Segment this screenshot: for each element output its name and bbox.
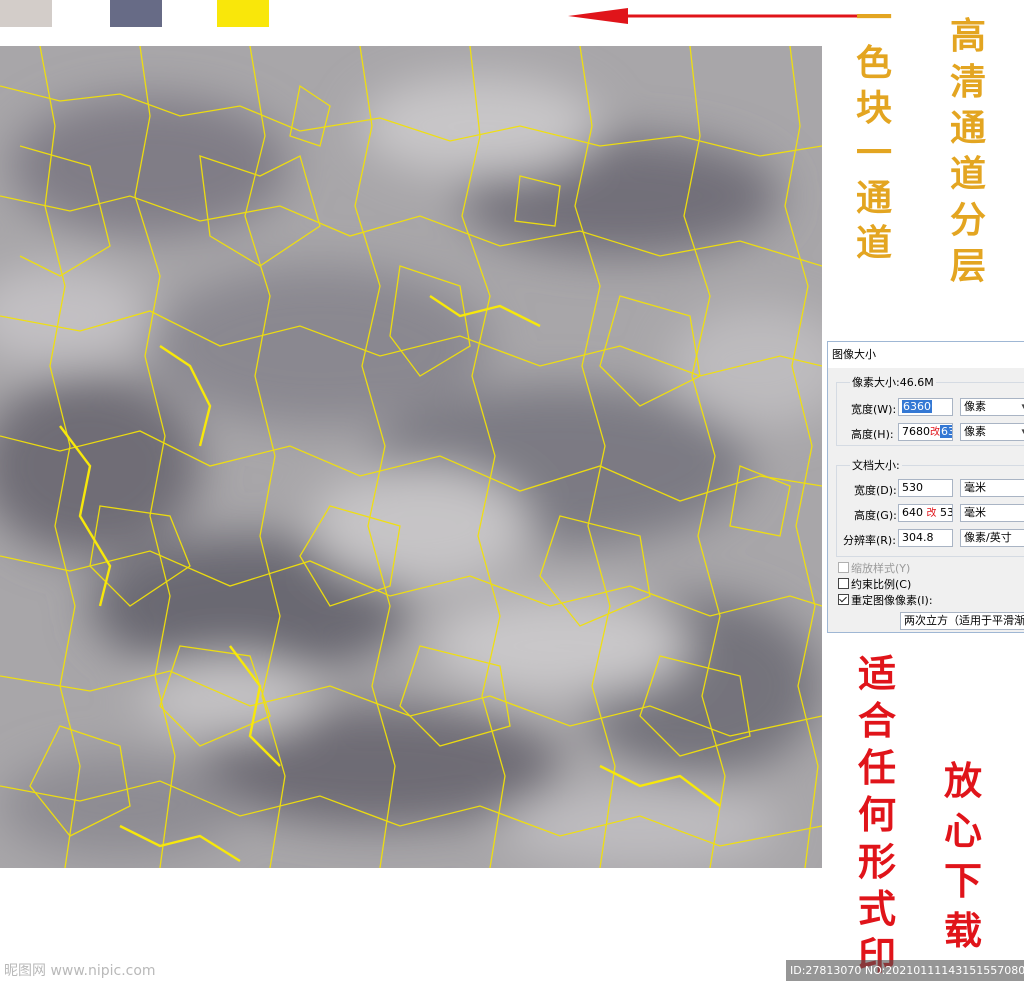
pixel-width-unit: 像素 <box>964 400 986 413</box>
dialog-title: 图像大小 <box>828 342 1024 368</box>
color-swatch-1 <box>0 0 52 27</box>
pixel-height-new: 6360 <box>940 425 952 438</box>
doc-height-label: 高度(G): <box>854 509 897 522</box>
resample-method-value: 两次立方（适用于平滑渐变 <box>904 614 1024 627</box>
caption-char: 一 <box>856 132 893 174</box>
caption-char: 块 <box>856 87 893 129</box>
caption-one-color-one-channel: 一 色 块 一 通 道 <box>856 0 892 261</box>
caption-char: 载 <box>944 908 983 953</box>
caption-char: 形 <box>858 839 897 884</box>
resolution-unit-select[interactable]: 像素/英寸 <box>960 529 1024 547</box>
caption-char: 通 <box>856 177 893 219</box>
caption-char: 色 <box>856 42 893 84</box>
caption-char: 分 <box>950 199 987 241</box>
resample-method-select[interactable]: 两次立方（适用于平滑渐变 <box>900 612 1024 630</box>
pixel-width-label: 宽度(W): <box>851 403 897 416</box>
doc-width-input[interactable]: 530 <box>898 479 953 497</box>
caption-char: 合 <box>858 698 897 743</box>
scale-styles-label: 缩放样式(Y) <box>851 562 911 575</box>
pixel-width-input[interactable]: 6360 <box>898 398 953 416</box>
caption-char: 道 <box>950 153 987 195</box>
caption-suitable-for-print: 适 合 任 何 形 式 印 <box>858 655 896 975</box>
color-swatch-3 <box>217 0 269 27</box>
caption-char: 任 <box>858 745 897 790</box>
pixel-dimensions-label: 像素大小:46.6M <box>850 374 936 390</box>
resolution-unit: 像素/英寸 <box>964 531 1012 544</box>
constrain-label: 约束比例(C) <box>851 578 912 591</box>
doc-width-unit: 毫米 <box>964 481 986 494</box>
doc-height-unit-select[interactable]: 毫米 <box>960 504 1024 522</box>
doc-height-old: 640 <box>902 506 923 519</box>
color-swatch-2 <box>110 0 162 27</box>
constrain-proportions-checkbox[interactable]: 约束比例(C) <box>838 576 911 592</box>
caption-char: 适 <box>858 651 897 696</box>
resample-label: 重定图像像素(I): <box>851 594 933 607</box>
caption-char: 放 <box>944 758 983 803</box>
doc-height-unit: 毫米 <box>964 506 986 519</box>
doc-width-value: 530 <box>902 481 923 494</box>
pixel-width-unit-select[interactable]: 像素▾ <box>960 398 1024 416</box>
document-size-label: 文档大小: <box>850 457 902 473</box>
checkbox-checked-icon <box>838 594 849 605</box>
caption-char: 通 <box>950 107 987 149</box>
caption-char: 道 <box>856 222 893 264</box>
caption-char: 高 <box>950 15 987 57</box>
pointer-arrow-icon <box>568 8 860 24</box>
cracked-marble-graphic <box>0 46 822 868</box>
checkbox-box <box>838 578 849 589</box>
doc-height-new: 530 <box>940 506 952 519</box>
pixel-height-input[interactable]: 7680改6360 <box>898 423 953 441</box>
doc-width-label: 宽度(D): <box>854 484 897 497</box>
caption-char: 何 <box>858 792 897 837</box>
caption-char: 下 <box>944 858 983 903</box>
caption-char: 心 <box>944 808 983 853</box>
resolution-input[interactable]: 304.8 <box>898 529 953 547</box>
pixel-height-unit-select[interactable]: 像素▾ <box>960 423 1024 441</box>
resolution-value: 304.8 <box>902 531 934 544</box>
site-watermark: 昵图网 www.nipic.com <box>4 963 156 979</box>
pixel-height-label: 高度(H): <box>851 428 894 441</box>
doc-width-unit-select[interactable]: 毫米 <box>960 479 1024 497</box>
checkbox-box <box>838 562 849 573</box>
resample-checkbox[interactable]: 重定图像像素(I): <box>838 592 933 608</box>
resolution-label: 分辨率(R): <box>843 534 896 547</box>
scale-styles-checkbox[interactable]: 缩放样式(Y) <box>838 560 910 576</box>
caption-char: 清 <box>950 61 987 103</box>
change-mark: 改 <box>930 427 940 438</box>
caption-download-safely: 放 心 下 载 <box>944 762 982 950</box>
caption-hd-channel-layers: 高 清 通 道 分 层 <box>950 18 986 284</box>
pixel-width-value: 6360 <box>902 400 932 413</box>
marble-texture-image <box>0 46 822 868</box>
caption-char: 式 <box>858 886 897 931</box>
image-size-dialog: 图像大小 像素大小:46.6M 宽度(W): 6360 像素▾ 高度(H): 7… <box>827 341 1024 633</box>
doc-height-input[interactable]: 640 改 530 <box>898 504 953 522</box>
caption-char: 层 <box>950 245 987 287</box>
image-id-banner: ID:27813070 NO:20210111143151557080 <box>786 960 1024 981</box>
caption-char: 一 <box>856 0 893 39</box>
pixel-height-old: 7680 <box>902 425 930 438</box>
pixel-height-unit: 像素 <box>964 425 986 438</box>
change-mark: 改 <box>926 508 937 519</box>
